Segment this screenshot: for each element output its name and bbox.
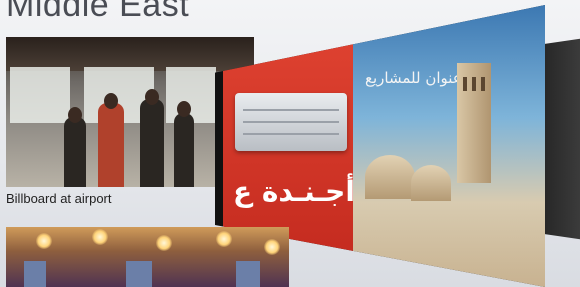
person-head [145, 89, 159, 105]
airport-photo-caption: Billboard at airport [6, 191, 112, 206]
ac-vent [243, 109, 339, 111]
wind-tower [457, 63, 491, 183]
tower-slot [463, 77, 467, 91]
chandelier-light [36, 233, 52, 249]
tower-slot [481, 77, 485, 91]
person [174, 113, 194, 187]
chandelier-light [156, 235, 172, 251]
screen [126, 261, 152, 287]
person-head [68, 107, 82, 123]
dome [411, 165, 451, 201]
screen [236, 261, 260, 287]
ceiling [6, 37, 254, 71]
billboard-sky-text: عنوان للمشاريع [365, 69, 462, 87]
air-conditioner-image [235, 93, 347, 151]
chandelier-light [216, 231, 232, 247]
person [98, 103, 124, 187]
person-head [104, 93, 118, 109]
ac-vent [243, 121, 339, 123]
person [140, 99, 164, 187]
tower-slot [472, 77, 476, 91]
person-head [177, 101, 191, 117]
chandelier-light [264, 239, 280, 255]
person [64, 117, 86, 187]
ballroom-photo [6, 227, 289, 287]
page-title: Middle East [6, 0, 190, 24]
dome [365, 155, 415, 199]
chandelier-light [92, 229, 108, 245]
screen [24, 261, 46, 287]
window [10, 67, 70, 123]
billboard-sky-panel [353, 5, 545, 287]
ac-vent [243, 133, 339, 135]
billboard-red-text: أجـنـدة ع [233, 175, 355, 208]
